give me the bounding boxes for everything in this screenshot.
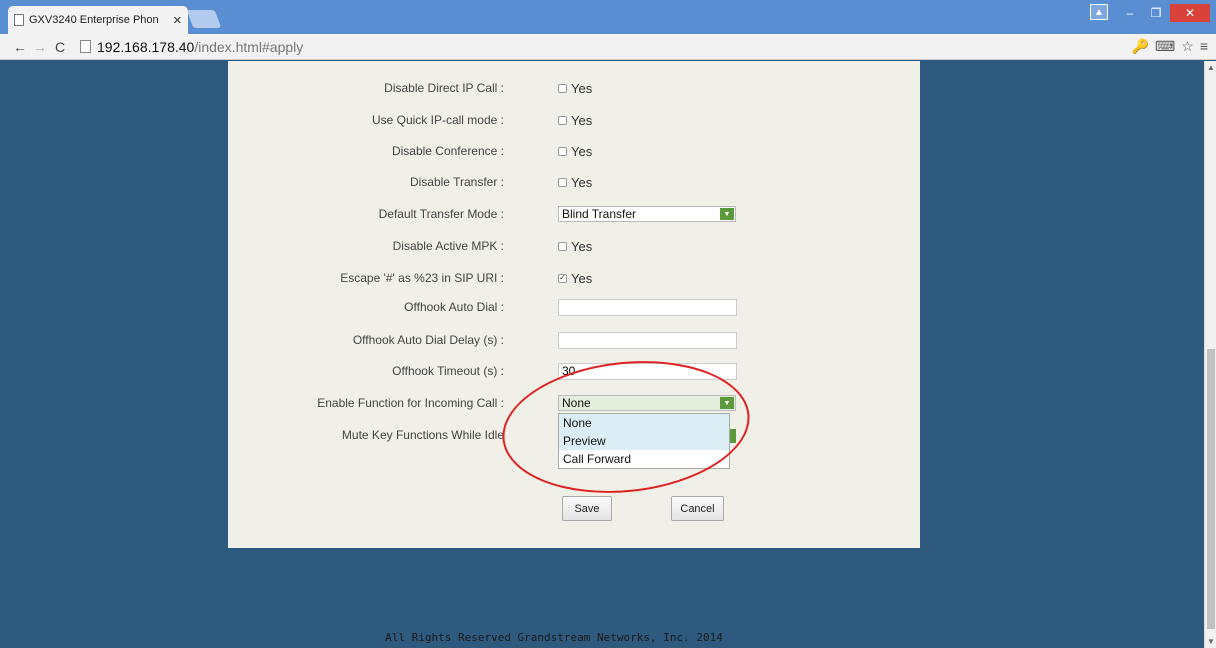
browser-titlebar: GXV3240 Enterprise Phon ✕ ▲ – ❐ ✕ [0,0,1216,34]
page-icon [80,40,91,53]
address-bar[interactable]: 192.168.178.40/index.html#apply [80,39,303,55]
page-scrollbar[interactable]: ▲ ▼ [1204,61,1216,648]
row-label: Disable Conference : [391,144,504,158]
footer-text: All Rights Reserved Grandstream Networks… [385,631,723,644]
browser-tab[interactable]: GXV3240 Enterprise Phon ✕ [8,6,188,34]
minimize-icon[interactable]: – [1118,4,1142,22]
row-label: Enable Function for Incoming Call : [317,396,504,410]
back-icon[interactable]: ← [10,39,30,55]
user-icon[interactable]: ▲ [1090,4,1108,20]
incoming-call-function-dropdown: None Preview Call Forward [558,413,730,469]
row-default-transfer-mode: Default Transfer Mode : Blind Transfer ▼ [228,204,920,224]
toolbar-icons: 🔑 ⌨ ☆ ≡ [1132,38,1208,55]
row-offhook-auto-dial-delay: Offhook Auto Dial Delay (s) : [228,330,920,350]
checkbox-label: Yes [571,80,593,96]
close-window-icon[interactable]: ✕ [1170,4,1210,22]
row-label: Mute Key Functions While Idle [341,428,504,442]
footer: All Rights Reserved Grandstream Networks… [0,631,1204,644]
row-label: Offhook Timeout (s) : [392,364,504,378]
close-tab-icon[interactable]: ✕ [173,14,182,27]
key-icon[interactable]: 🔑 [1132,38,1149,55]
restore-icon[interactable]: ❐ [1144,4,1168,22]
select-value: None [562,396,591,410]
translate-icon[interactable]: ⌨ [1155,38,1175,55]
checkbox[interactable] [558,115,567,125]
row-label: Disable Transfer : [409,175,504,189]
row-label: Default Transfer Mode : [378,207,504,221]
scroll-down-icon[interactable]: ▼ [1207,637,1215,646]
select-value: Blind Transfer [562,207,637,221]
offhook-auto-dial-delay-input[interactable] [558,331,737,349]
row-incoming-call-function: Enable Function for Incoming Call : None… [228,393,920,413]
row-label: Escape '#' as %23 in SIP URI : [340,271,504,285]
row-offhook-auto-dial: Offhook Auto Dial : [228,297,920,317]
window-controls: ▲ – ❐ ✕ [1090,4,1210,22]
checkbox-checked[interactable]: ✓ [558,273,567,283]
page-icon [14,14,24,26]
checkbox-label: Yes [571,270,593,286]
row-label: Offhook Auto Dial Delay (s) : [352,333,504,347]
chevron-down-icon: ▼ [720,397,734,409]
browser-toolbar: ← → C 192.168.178.40/index.html#apply 🔑 … [0,34,1216,60]
row-disable-direct-ip-call: Disable Direct IP Call : Yes [228,78,920,98]
row-label: Use Quick IP-call mode : [371,113,504,127]
chevron-down-icon: ▼ [720,208,734,220]
url-path: /index.html#apply [194,38,304,55]
reload-icon[interactable]: C [50,39,70,55]
new-tab-button[interactable] [186,10,222,28]
row-escape-hash: Escape '#' as %23 in SIP URI : ✓ Yes [228,268,920,288]
checkbox-label: Yes [571,112,593,128]
scroll-thumb[interactable] [1207,349,1215,629]
checkbox-label: Yes [571,174,593,190]
checkbox[interactable] [558,177,567,187]
checkbox-label: Yes [571,143,593,159]
url-host: 192.168.178.40 [97,38,195,55]
tab-title: GXV3240 Enterprise Phon [29,14,159,26]
offhook-auto-dial-input[interactable] [558,298,737,316]
row-label: Offhook Auto Dial : [404,300,504,314]
transfer-mode-select[interactable]: Blind Transfer ▼ [558,206,736,222]
row-quick-ip-call-mode: Use Quick IP-call mode : Yes [228,110,920,130]
checkbox[interactable] [558,146,567,156]
menu-icon[interactable]: ≡ [1200,38,1208,55]
incoming-call-function-select[interactable]: None ▼ [558,395,736,411]
row-disable-transfer: Disable Transfer : Yes [228,172,920,192]
mute-key-select-arrow [730,429,736,443]
offhook-timeout-input[interactable] [558,362,737,380]
row-disable-conference: Disable Conference : Yes [228,141,920,161]
checkbox-label: Yes [571,238,593,254]
dropdown-option-preview[interactable]: Preview [559,432,729,450]
row-disable-active-mpk: Disable Active MPK : Yes [228,236,920,256]
scroll-up-icon[interactable]: ▲ [1207,63,1215,72]
row-offhook-timeout: Offhook Timeout (s) : [228,361,920,381]
settings-panel: Disable Direct IP Call : Yes Use Quick I… [228,61,920,548]
checkbox[interactable] [558,83,567,93]
dropdown-option-call-forward[interactable]: Call Forward [559,450,729,468]
save-button[interactable]: Save [562,496,612,521]
checkbox[interactable] [558,241,567,251]
cancel-button[interactable]: Cancel [671,496,724,521]
bookmark-star-icon[interactable]: ☆ [1181,38,1194,55]
row-label: Disable Active MPK : [392,239,504,253]
forward-icon[interactable]: → [30,39,50,55]
dropdown-option-none[interactable]: None [559,414,729,432]
row-label: Disable Direct IP Call : [384,81,504,95]
